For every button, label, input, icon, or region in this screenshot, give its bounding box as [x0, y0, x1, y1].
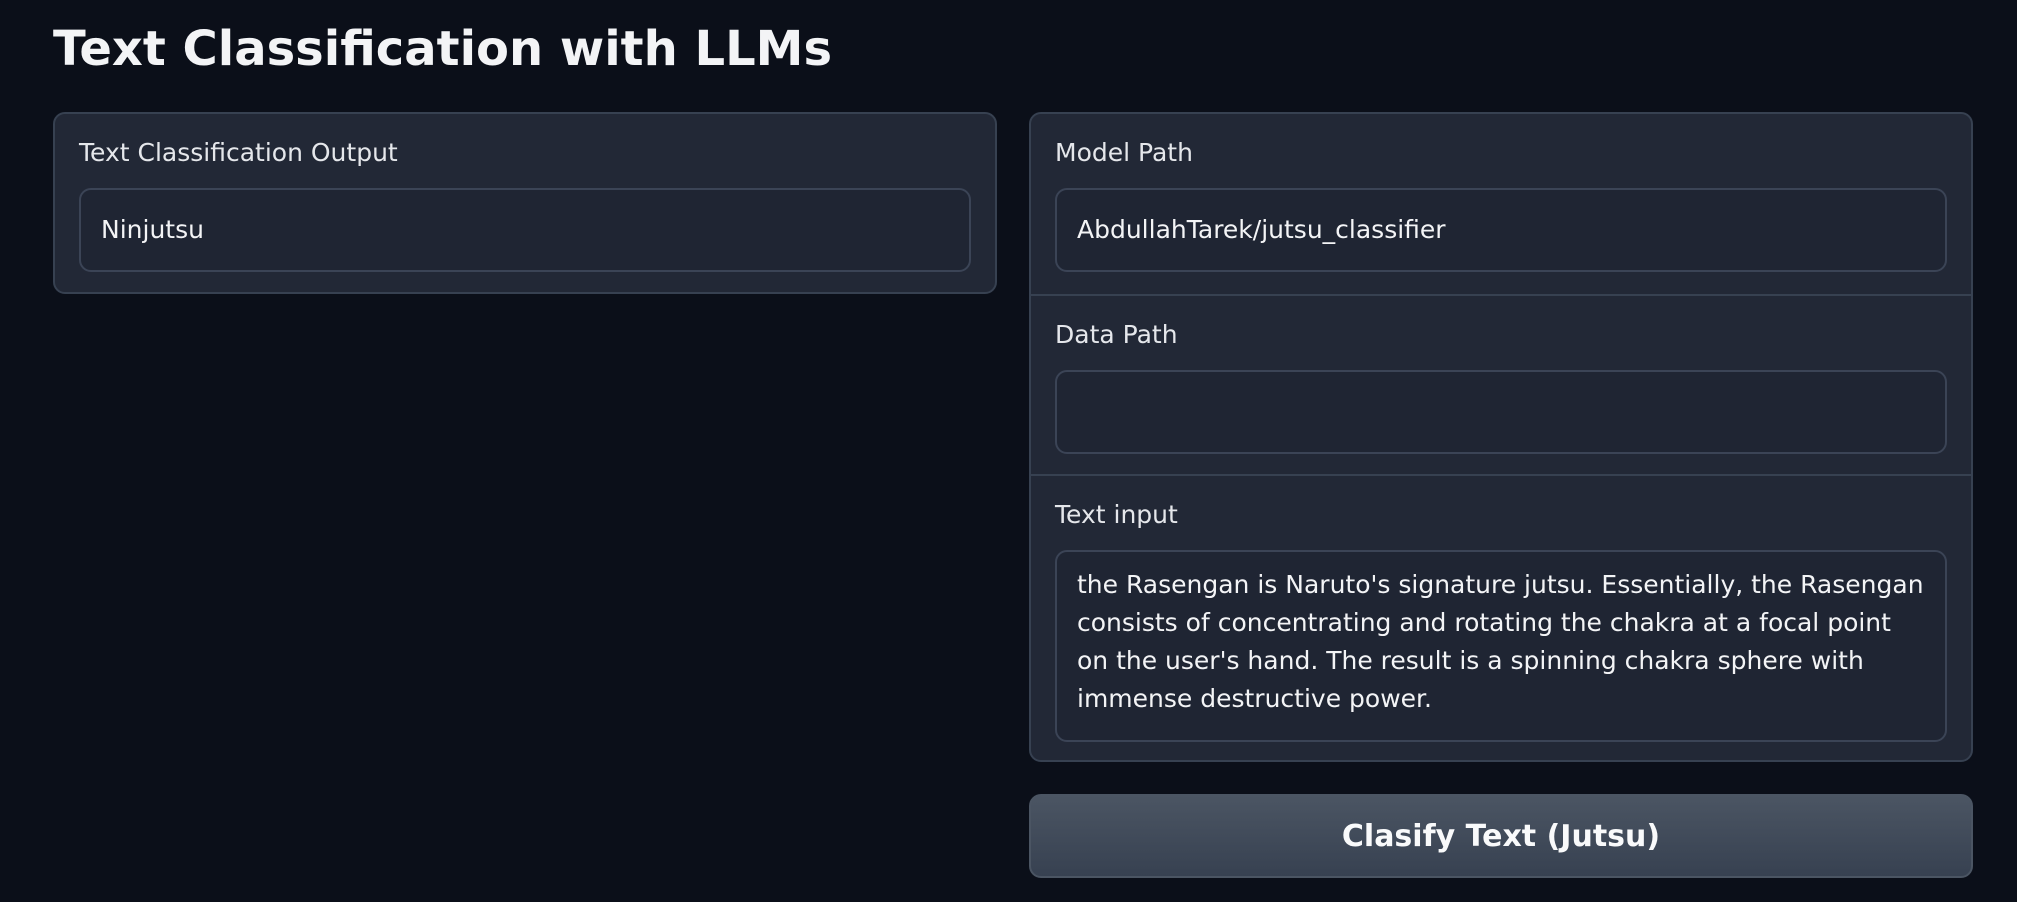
output-block: Text Classification Output Ninjutsu — [55, 114, 995, 292]
app-page: Text Classification with LLMs Text Class… — [0, 0, 2017, 902]
text-input-label: Text input — [1055, 500, 1178, 529]
model-path-block: Model Path AbdullahTarek/jutsu_classifie… — [1031, 114, 1971, 294]
classification-output-field[interactable]: Ninjutsu — [79, 188, 971, 272]
data-path-label: Data Path — [1055, 320, 1178, 349]
inputs-panel: Model Path AbdullahTarek/jutsu_classifie… — [1029, 112, 1973, 762]
classify-text-button[interactable]: Clasify Text (Jutsu) — [1029, 794, 1973, 878]
model-path-label: Model Path — [1055, 138, 1193, 167]
data-path-input[interactable] — [1055, 370, 1947, 454]
text-input-block: Text input the Rasengan is Naruto's sign… — [1031, 474, 1971, 760]
text-input-textarea[interactable]: the Rasengan is Naruto's signature jutsu… — [1055, 550, 1947, 742]
output-panel: Text Classification Output Ninjutsu — [53, 112, 997, 294]
data-path-block: Data Path — [1031, 294, 1971, 474]
model-path-input[interactable]: AbdullahTarek/jutsu_classifier — [1055, 188, 1947, 272]
page-title: Text Classification with LLMs — [53, 21, 833, 77]
output-label: Text Classification Output — [79, 138, 398, 167]
